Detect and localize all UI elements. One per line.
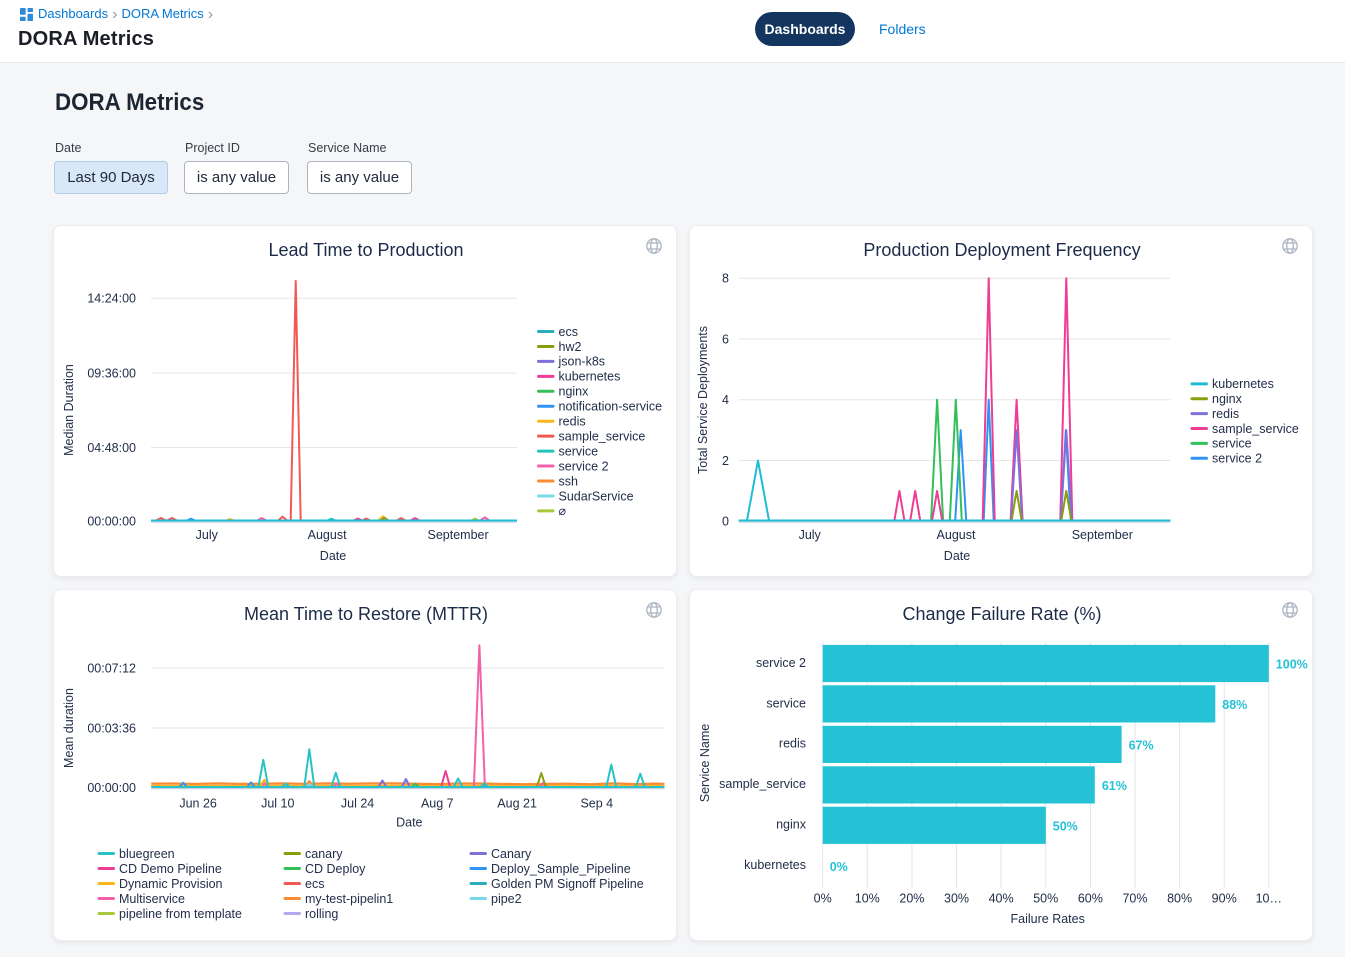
svg-text:70%: 70% (1122, 892, 1147, 906)
svg-text:service 2: service 2 (1212, 452, 1262, 466)
svg-text:redis: redis (1212, 407, 1239, 421)
svg-text:CD Demo Pipeline: CD Demo Pipeline (119, 862, 222, 876)
svg-text:40%: 40% (989, 892, 1014, 906)
svg-text:50%: 50% (1033, 892, 1058, 906)
svg-text:09:36:00: 09:36:00 (87, 366, 136, 380)
svg-text:Mean Time to Restore (MTTR): Mean Time to Restore (MTTR) (244, 604, 488, 624)
svg-text:kubernetes: kubernetes (744, 858, 806, 872)
svg-text:6: 6 (722, 332, 729, 346)
svg-text:8: 8 (722, 272, 729, 286)
svg-text:hw2: hw2 (559, 340, 582, 354)
svg-text:67%: 67% (1129, 738, 1154, 752)
svg-text:CD Deploy: CD Deploy (305, 862, 366, 876)
svg-text:nginx: nginx (776, 818, 807, 832)
svg-text:service 2: service 2 (756, 656, 806, 670)
svg-text:sample_service: sample_service (559, 429, 646, 443)
svg-text:0%: 0% (830, 860, 848, 874)
svg-text:kubernetes: kubernetes (1212, 377, 1274, 391)
svg-text:61%: 61% (1102, 779, 1127, 793)
svg-text:2: 2 (722, 454, 729, 468)
svg-text:pipe2: pipe2 (491, 892, 522, 906)
svg-text:20%: 20% (899, 892, 924, 906)
svg-text:service: service (1212, 437, 1252, 451)
svg-text:July: July (196, 528, 219, 542)
svg-text:Aug 21: Aug 21 (497, 797, 537, 811)
svg-text:ecs: ecs (559, 325, 578, 339)
svg-text:json-k8s: json-k8s (558, 355, 606, 369)
svg-text:Jul 10: Jul 10 (261, 797, 294, 811)
svg-text:Jun 26: Jun 26 (179, 797, 217, 811)
svg-text:Sep 4: Sep 4 (580, 797, 613, 811)
svg-text:30%: 30% (944, 892, 969, 906)
svg-text:88%: 88% (1222, 698, 1247, 712)
svg-text:00:00:00: 00:00:00 (87, 781, 136, 795)
svg-text:Total Service Deployments: Total Service Deployments (696, 326, 710, 474)
svg-text:nginx: nginx (559, 385, 590, 399)
svg-text:00:03:36: 00:03:36 (87, 721, 136, 735)
svg-text:90%: 90% (1212, 892, 1237, 906)
svg-text:0: 0 (722, 515, 729, 529)
svg-text:04:48:00: 04:48:00 (87, 441, 136, 455)
svg-text:80%: 80% (1167, 892, 1192, 906)
svg-text:Median Duration: Median Duration (62, 364, 76, 456)
svg-text:100%: 100% (1276, 658, 1308, 672)
svg-text:00:07:12: 00:07:12 (87, 661, 136, 675)
svg-text:Date: Date (396, 816, 422, 830)
svg-text:Aug 7: Aug 7 (421, 797, 454, 811)
svg-text:redis: redis (559, 415, 586, 429)
svg-text:Change Failure Rate (%): Change Failure Rate (%) (902, 604, 1101, 624)
svg-text:⌀: ⌀ (559, 504, 567, 518)
svg-text:sample_service: sample_service (1212, 422, 1299, 436)
svg-text:Mean duration: Mean duration (62, 688, 76, 768)
svg-text:4: 4 (722, 393, 729, 407)
svg-text:August: August (308, 528, 347, 542)
svg-text:September: September (1072, 528, 1133, 542)
svg-text:10%: 10% (855, 892, 880, 906)
svg-text:Multiservice: Multiservice (119, 892, 185, 906)
svg-text:Date: Date (944, 549, 970, 563)
svg-text:kubernetes: kubernetes (559, 370, 621, 384)
svg-text:notification-service: notification-service (559, 400, 663, 414)
svg-text:Canary: Canary (491, 847, 532, 861)
svg-text:SudarService: SudarService (559, 489, 634, 503)
svg-text:00:00:00: 00:00:00 (87, 515, 136, 529)
svg-text:redis: redis (779, 737, 806, 751)
svg-text:0%: 0% (814, 892, 832, 906)
svg-text:ssh: ssh (559, 474, 579, 488)
svg-text:Dynamic Provision: Dynamic Provision (119, 877, 223, 891)
svg-text:Production Deployment Frequenc: Production Deployment Frequency (863, 240, 1140, 260)
svg-text:ecs: ecs (305, 877, 324, 891)
svg-text:Failure Rates: Failure Rates (1011, 912, 1085, 926)
svg-text:Deploy_Sample_Pipeline: Deploy_Sample_Pipeline (491, 862, 631, 876)
svg-text:July: July (799, 528, 822, 542)
svg-text:nginx: nginx (1212, 392, 1243, 406)
svg-text:Lead Time to Production: Lead Time to Production (268, 240, 463, 260)
svg-text:canary: canary (305, 847, 343, 861)
svg-text:sample_service: sample_service (719, 777, 806, 791)
svg-text:60%: 60% (1078, 892, 1103, 906)
svg-text:Date: Date (320, 549, 346, 563)
svg-text:Golden PM Signoff Pipeline: Golden PM Signoff Pipeline (491, 877, 644, 891)
svg-text:bluegreen: bluegreen (119, 847, 175, 861)
svg-text:50%: 50% (1053, 819, 1078, 833)
svg-text:service: service (559, 444, 599, 458)
svg-text:September: September (428, 528, 489, 542)
svg-text:14:24:00: 14:24:00 (87, 292, 136, 306)
svg-text:10…: 10… (1256, 892, 1282, 906)
svg-text:Jul 24: Jul 24 (341, 797, 374, 811)
svg-text:service: service (766, 696, 806, 710)
svg-text:pipeline from template: pipeline from template (119, 907, 242, 921)
svg-text:Service Name: Service Name (698, 724, 712, 803)
svg-text:my-test-pipelin1: my-test-pipelin1 (305, 892, 393, 906)
svg-text:service 2: service 2 (559, 459, 609, 473)
svg-text:August: August (937, 528, 976, 542)
svg-text:rolling: rolling (305, 907, 338, 921)
